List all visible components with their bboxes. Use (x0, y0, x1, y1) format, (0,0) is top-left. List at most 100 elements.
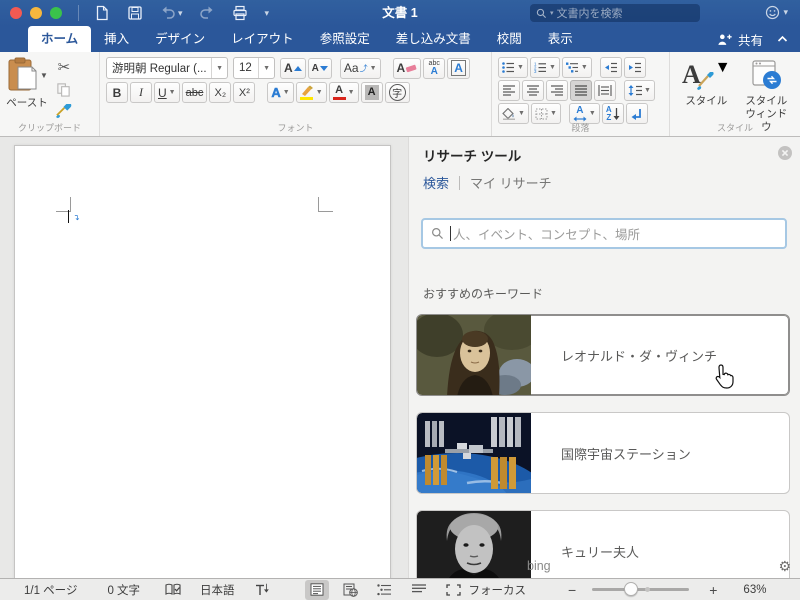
subscript-button[interactable]: X₂ (209, 82, 232, 103)
toolbar-options-icon[interactable]: ▾ (265, 8, 270, 19)
zoom-level-label[interactable]: 63% (743, 584, 766, 596)
tab-review[interactable]: 校閲 (484, 26, 535, 52)
paste-dropdown-icon[interactable]: ▼ (40, 71, 48, 80)
settings-gear-icon[interactable]: ⚙ (778, 558, 791, 575)
card-label: レオナルド・ダ・ヴィンチ (561, 348, 718, 364)
focus-mode-icon[interactable] (445, 582, 463, 598)
redo-icon[interactable] (199, 5, 216, 21)
tab-view[interactable]: 表示 (535, 26, 586, 52)
align-left-button[interactable] (498, 80, 520, 101)
format-painter-icon[interactable] (54, 102, 74, 120)
tab-design[interactable]: デザイン (142, 26, 218, 52)
add-person-icon (718, 34, 732, 45)
save-icon[interactable] (126, 5, 143, 21)
language-label[interactable]: 日本語 (200, 582, 235, 598)
view-web-layout-button[interactable] (339, 580, 363, 600)
text-effects-button[interactable]: A ▼ (267, 82, 294, 103)
panel-close-icon[interactable] (778, 146, 792, 160)
distribute-text-button[interactable] (594, 80, 616, 101)
view-draft-button[interactable] (407, 580, 431, 600)
share-button[interactable]: 共有 (717, 30, 763, 49)
font-size-dropdown-icon: ▼ (258, 58, 274, 78)
character-border-button[interactable]: A (447, 57, 470, 79)
search-placeholder: 文書内を検索 (556, 8, 623, 20)
keyword-card-leonardo[interactable]: レオナルド・ダ・ヴィンチ (416, 314, 790, 396)
character-shading-button[interactable]: A (360, 82, 383, 103)
character-width-dropdown-icon: ▼ (588, 110, 596, 117)
copy-icon[interactable] (54, 80, 74, 98)
view-outline-button[interactable] (373, 580, 397, 600)
tab-mailings[interactable]: 差し込み文書 (383, 26, 484, 52)
justify-button[interactable] (570, 80, 592, 101)
word-count-label[interactable]: 0 文字 (107, 582, 140, 598)
numbering-button[interactable]: 123 ▼ (529, 57, 560, 78)
clear-formatting-button[interactable]: A (392, 57, 422, 79)
search-scope-caret[interactable]: ▾ (550, 9, 554, 17)
font-size-combo[interactable]: 12 ▼ (233, 57, 275, 79)
view-print-layout-button[interactable] (304, 579, 329, 600)
align-center-button[interactable] (522, 80, 544, 101)
phonetic-guide-button[interactable]: abc A (423, 57, 446, 79)
multilevel-list-button[interactable]: ▼ (561, 57, 592, 78)
distribute-icon (598, 85, 612, 96)
traffic-lights (10, 7, 62, 19)
tab-layout[interactable]: レイアウト (218, 26, 307, 52)
cut-icon[interactable]: ✂ (54, 58, 74, 76)
highlight-button[interactable]: ▼ (295, 82, 327, 103)
line-spacing-button[interactable]: ▼ (624, 80, 655, 101)
grow-font-button[interactable]: A (280, 57, 306, 79)
font-color-button[interactable]: A ▼ (328, 82, 359, 103)
zoom-in-button[interactable]: + (709, 582, 717, 598)
paste-button[interactable]: ▼ (6, 57, 48, 93)
document-canvas[interactable]: ↴ (0, 137, 408, 578)
zoom-slider-thumb[interactable] (624, 582, 639, 596)
keyword-card-iss[interactable]: 国際宇宙ステーション (416, 412, 790, 494)
print-icon[interactable] (232, 5, 249, 21)
undo-dropdown-icon[interactable]: ▾ (178, 8, 183, 19)
change-case-button[interactable]: Aa ⤴ ▼ (339, 57, 381, 79)
tab-insert[interactable]: 挿入 (91, 26, 142, 52)
clipboard-group: ▼ ペースト ✂ クリップボード (0, 52, 100, 136)
share-label: 共有 (737, 33, 763, 48)
align-right-button[interactable] (546, 80, 568, 101)
tab-references[interactable]: 参照設定 (307, 26, 383, 52)
close-window-button[interactable] (10, 7, 22, 19)
new-document-icon[interactable] (93, 5, 110, 21)
feedback-smiley-icon[interactable]: ▾ (765, 5, 788, 20)
page-count-label[interactable]: 1/1 ページ (24, 582, 77, 598)
increase-indent-button[interactable] (623, 57, 646, 78)
document-page[interactable]: ↴ (14, 145, 391, 578)
panel-tab-search[interactable]: 検索 (423, 173, 449, 192)
cursor-pointer (712, 363, 736, 389)
research-search-input[interactable]: 人、イベント、コンセプト、場所 (421, 218, 787, 249)
underline-button[interactable]: U ▼ (154, 82, 180, 103)
strikethrough-button[interactable]: abc (181, 82, 208, 103)
multilevel-list-icon (565, 62, 578, 73)
underline-dropdown-icon: ▼ (168, 89, 176, 96)
paragraph-mark-icon: ↴ (73, 213, 80, 222)
tab-home[interactable]: ホーム (28, 26, 92, 52)
italic-button[interactable]: I (130, 82, 152, 103)
numbering-dropdown-icon: ▼ (548, 64, 556, 71)
collapse-ribbon-icon[interactable] (777, 30, 788, 48)
bold-button[interactable]: B (106, 82, 128, 103)
zoom-window-button[interactable] (50, 7, 62, 19)
minimize-window-button[interactable] (30, 7, 42, 19)
text-direction-icon[interactable] (253, 582, 271, 598)
font-name-combo[interactable]: 游明朝 Regular (... ▼ (106, 57, 228, 79)
proofing-status-icon[interactable] (164, 582, 182, 598)
decrease-indent-button[interactable] (599, 57, 622, 78)
undo-icon[interactable] (159, 5, 176, 21)
bullets-button[interactable]: ▼ (498, 57, 528, 78)
document-search-field[interactable]: ▾ 文書内を検索 (530, 4, 700, 22)
panel-tab-my-research[interactable]: マイ リサーチ (470, 173, 552, 192)
enclose-characters-button[interactable]: 字 (384, 82, 410, 103)
shrink-font-icon (319, 65, 328, 71)
font-name-value: 游明朝 Regular (... (112, 63, 207, 75)
zoom-out-button[interactable]: − (568, 582, 576, 598)
shading-dropdown-icon: ▼ (518, 110, 525, 117)
focus-mode-label[interactable]: フォーカス (469, 582, 527, 598)
superscript-button[interactable]: X² (233, 82, 256, 103)
zoom-slider[interactable] (592, 582, 690, 596)
shrink-font-button[interactable]: A (307, 57, 332, 79)
